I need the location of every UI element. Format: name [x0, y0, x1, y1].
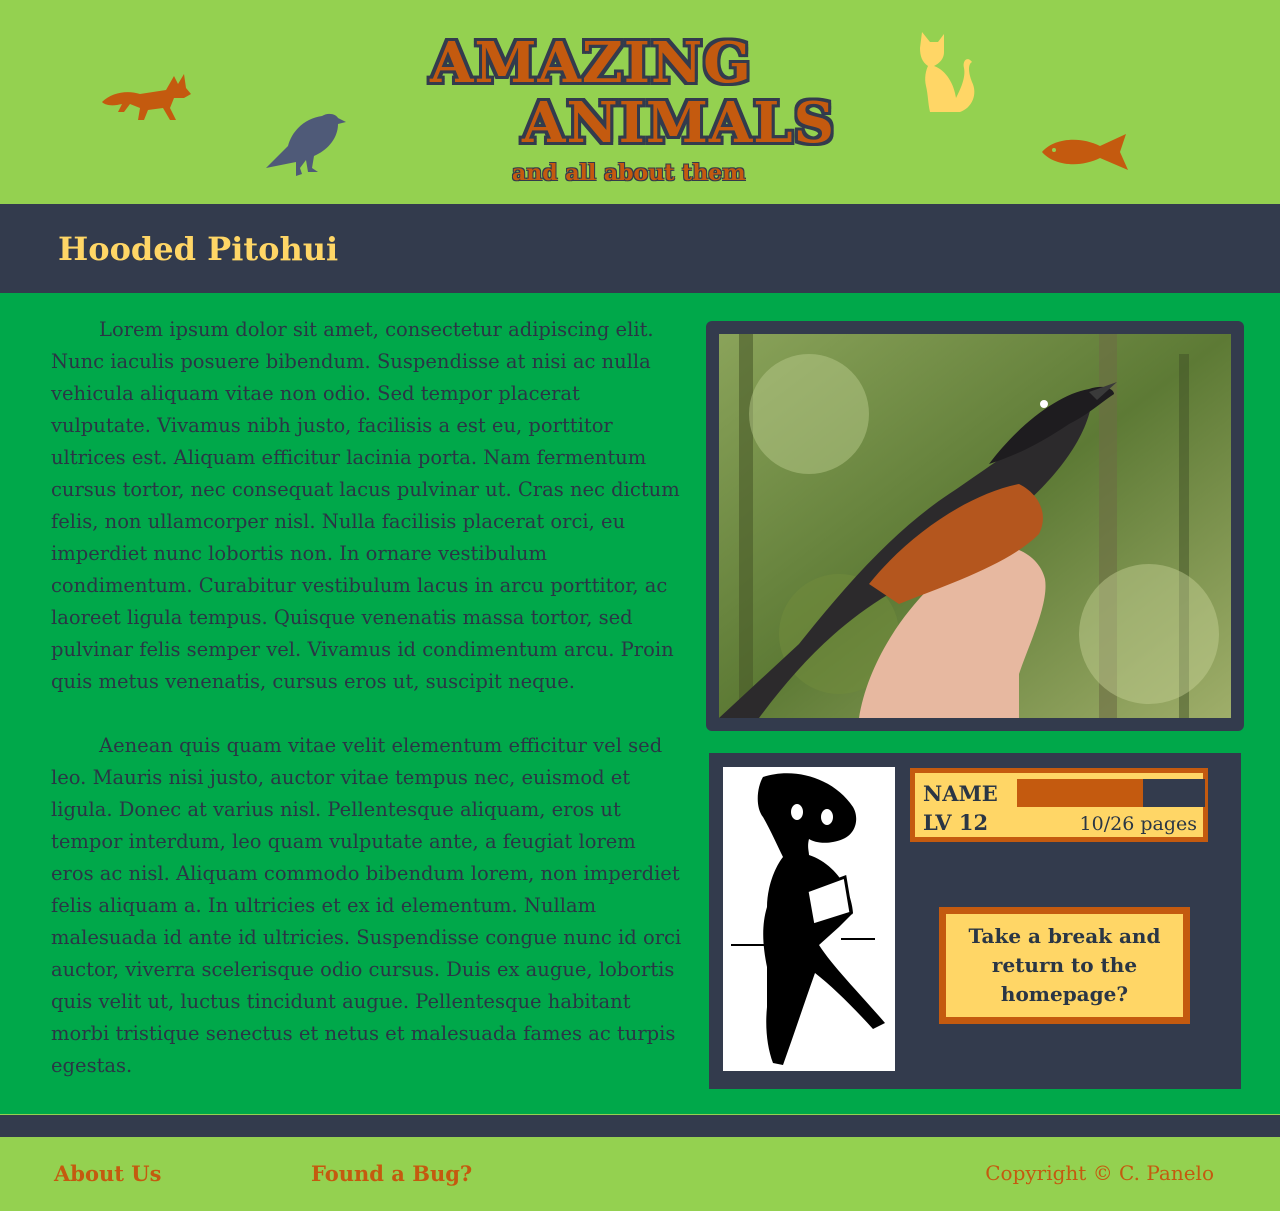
animal-photo [719, 334, 1231, 718]
article-paragraph: Lorem ipsum dolor sit amet, consectetur … [51, 318, 680, 693]
progress-fill [1017, 779, 1143, 807]
article-paragraph: Aenean quis quam vitae velit elementum e… [51, 734, 682, 1077]
copyright-text: Copyright © C. Panelo [985, 1161, 1214, 1185]
reader-stats-card: NAME LV 12 10/26 pages [910, 768, 1208, 842]
site-footer: About Us Found a Bug? Copyright © C. Pan… [0, 1137, 1280, 1211]
reader-avatar [723, 767, 895, 1071]
title-bar: Hooded Pitohui [0, 204, 1280, 293]
brand-title-line1: AMAZING [430, 30, 752, 96]
progress-text: 10/26 pages [1079, 813, 1197, 835]
footer-divider [0, 1114, 1280, 1138]
found-a-bug-link[interactable]: Found a Bug? [311, 1161, 472, 1186]
cat-icon [920, 32, 975, 112]
site-header: AMAZING ANIMALS and all about them [0, 0, 1280, 204]
about-us-link[interactable]: About Us [54, 1161, 161, 1186]
break-button[interactable]: Take a break and return to the homepage? [939, 907, 1190, 1024]
fox-icon [102, 74, 191, 120]
article-body: Lorem ipsum dolor sit amet, consectetur … [51, 314, 683, 1114]
brand-tagline: and all about them [512, 160, 746, 186]
photo-frame [706, 321, 1244, 731]
fish-icon [1042, 134, 1128, 170]
reader-panel: NAME LV 12 10/26 pages Take a break and … [709, 753, 1241, 1089]
brand-title-line2: ANIMALS [522, 90, 836, 156]
level-label: LV 12 [923, 810, 989, 835]
bird-icon [266, 113, 346, 176]
name-label: NAME [923, 781, 998, 806]
progress-bar [1017, 779, 1205, 807]
page-title: Hooded Pitohui [58, 230, 339, 268]
